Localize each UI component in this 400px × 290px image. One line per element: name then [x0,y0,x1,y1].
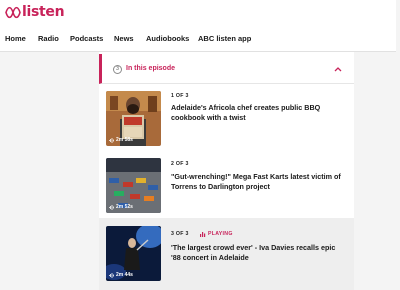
audio-wave-icon [109,272,114,278]
episode-thumbnail-2[interactable]: 2m 52s [106,158,161,213]
episode-thumbnail-1[interactable]: 2m 58s [106,91,161,146]
episode-card-1[interactable]: 2m 58s 1 OF 3 Adelaide's Africola chef c… [99,86,354,156]
duration-1: 2m 58s [109,137,133,143]
top-bar: listen [0,0,400,25]
playing-label: PLAYING [208,231,233,237]
nav-audiobooks[interactable]: Audiobooks [146,34,189,43]
logo-wordmark: listen [22,4,65,20]
nav-radio[interactable]: Radio [38,34,59,43]
headline-3-line-2: '88 concert in Adelaide [171,253,249,262]
episode-card-3[interactable]: 2m 44s 3 OF 3 PLAYING 'The largest crowd… [99,218,354,290]
nav-podcasts[interactable]: Podcasts [70,34,103,43]
in-this-episode-toggle[interactable]: 3 In this episode [99,54,354,84]
episode-headline-1[interactable]: Adelaide's Africola chef creates public … [171,103,349,123]
audio-wave-icon [109,204,114,210]
nav-home[interactable]: Home [5,34,26,43]
equalizer-icon [200,231,206,237]
nav-news[interactable]: News [114,34,134,43]
duration-2-text: 2m 52s [116,204,133,210]
headline-1-line-1: Adelaide's Africola chef creates public … [171,103,321,112]
main-nav: Home Radio Podcasts News Audiobooks ABC … [0,25,400,52]
abc-listen-logo[interactable]: listen [5,4,65,20]
episode-count-badge: 3 [113,65,122,74]
duration-3: 2m 44s [109,272,133,278]
duration-3-text: 2m 44s [116,272,133,278]
now-playing-badge: PLAYING [200,231,233,237]
duration-1-text: 2m 58s [116,137,133,143]
headline-2-line-1: "Gut-wrenching!" Mega Fast Karts latest … [171,172,341,181]
abc-lissajous-icon [5,6,21,18]
headline-2-line-2: Torrens to Darlington project [171,182,270,191]
episode-position-3: 3 OF 3 [171,231,189,237]
episode-card-2[interactable]: 2m 52s 2 OF 3 "Gut-wrenching!" Mega Fast… [99,156,354,226]
episode-headline-3[interactable]: 'The largest crowd ever' - Iva Davies re… [171,243,349,263]
episode-position-1: 1 OF 3 [171,93,189,99]
page-scrollbar[interactable] [396,0,400,290]
audio-wave-icon [109,137,114,143]
episode-headline-2[interactable]: "Gut-wrenching!" Mega Fast Karts latest … [171,172,349,192]
episode-thumbnail-3[interactable]: 2m 44s [106,226,161,281]
chevron-up-icon[interactable] [334,66,342,72]
headline-3-line-1: 'The largest crowd ever' - Iva Davies re… [171,243,336,252]
headline-1-line-2: cookbook with a twist [171,113,246,122]
episode-position-2: 2 OF 3 [171,161,189,167]
episode-panel: 3 In this episode 2m 58s 1 OF 3 Adelaide… [99,52,354,290]
episode-panel-title: In this episode [126,65,176,72]
nav-abc-listen-app[interactable]: ABC listen app [198,34,251,43]
duration-2: 2m 52s [109,204,133,210]
